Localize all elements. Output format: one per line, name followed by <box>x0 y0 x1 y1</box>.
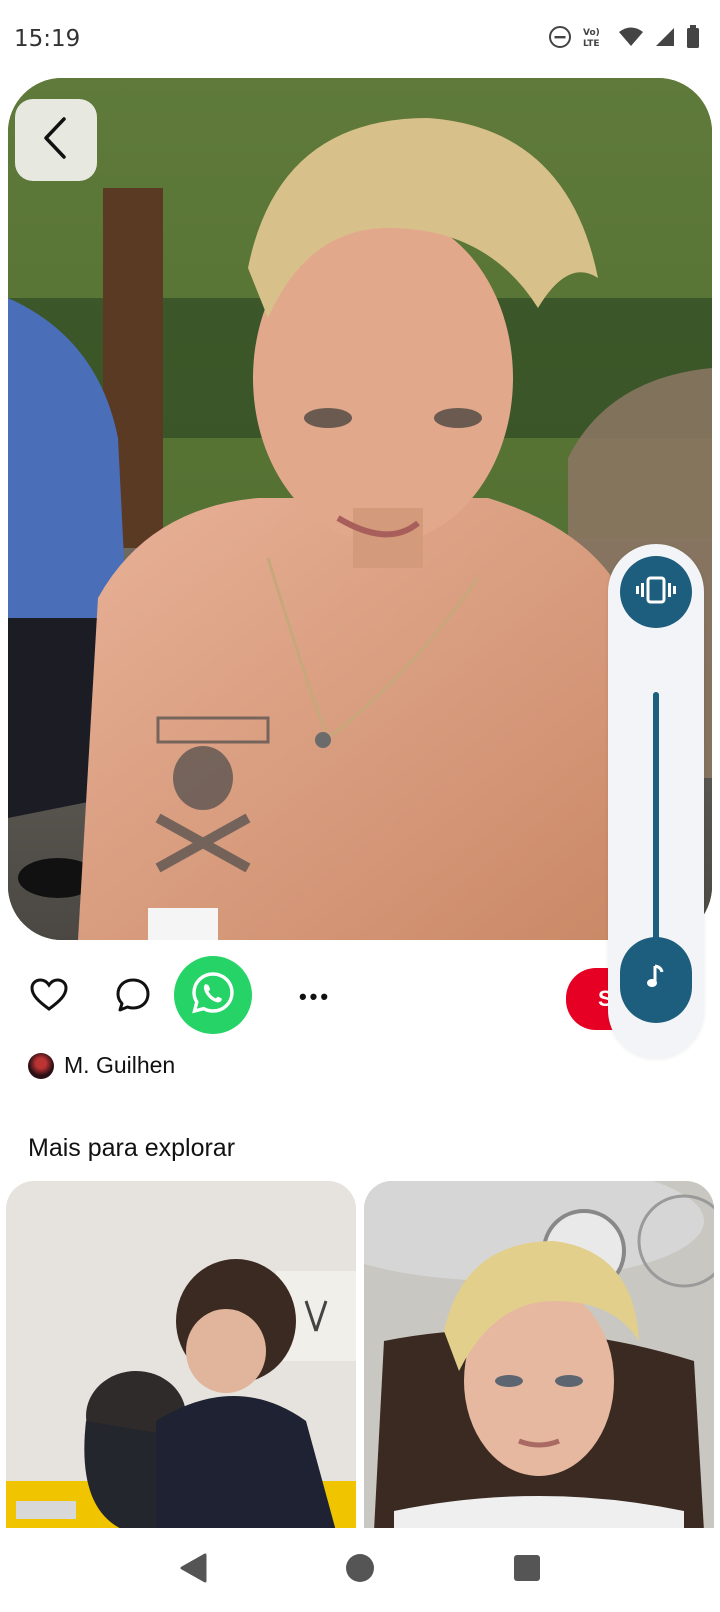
whatsapp-icon <box>190 970 236 1021</box>
comment-icon <box>115 977 151 1018</box>
music-note-icon <box>645 963 667 996</box>
wifi-icon <box>618 26 644 53</box>
explore-pin-1[interactable] <box>6 1181 356 1531</box>
triangle-back-icon <box>178 1552 208 1589</box>
volume-panel: ••• <box>608 544 704 1058</box>
chevron-left-icon <box>40 115 72 166</box>
square-recents-icon <box>513 1554 541 1587</box>
status-time: 15:19 <box>14 26 81 52</box>
more-options-button[interactable]: ••• <box>290 976 340 1018</box>
nav-recents-button[interactable] <box>507 1550 547 1590</box>
nav-back-button[interactable] <box>173 1550 213 1590</box>
pin-photo <box>8 78 712 940</box>
author-name: M. Guilhen <box>64 1052 176 1078</box>
volte-icon: Vo) LTE <box>582 25 608 54</box>
system-nav-bar <box>0 1528 720 1612</box>
status-bar: 15:19 Vo) LTE <box>0 0 720 78</box>
status-icons: Vo) LTE <box>548 24 700 54</box>
back-button[interactable] <box>15 99 97 181</box>
vibrate-button[interactable] <box>620 556 692 628</box>
do-not-disturb-icon <box>548 25 572 54</box>
more-options-label: ••• <box>298 984 332 1009</box>
whatsapp-share-button[interactable] <box>174 956 252 1034</box>
pin-image[interactable] <box>8 78 712 940</box>
avatar <box>28 1052 54 1079</box>
section-title: Mais para explorar <box>28 1134 236 1162</box>
explore-pin-2-image <box>364 1181 714 1531</box>
volume-more-button[interactable]: ••• <box>608 1002 704 1030</box>
heart-icon <box>30 977 68 1017</box>
nav-home-button[interactable] <box>340 1550 380 1590</box>
author[interactable]: M. Guilhen <box>28 1052 175 1079</box>
svg-text:Vo): Vo) <box>583 28 600 38</box>
signal-icon <box>654 26 676 53</box>
volume-fill <box>653 692 659 942</box>
svg-text:LTE: LTE <box>583 39 600 49</box>
like-button[interactable] <box>28 976 70 1018</box>
explore-pin-2[interactable] <box>364 1181 714 1531</box>
vibrate-icon <box>636 575 676 610</box>
battery-icon <box>686 24 700 54</box>
explore-pin-1-image <box>6 1181 356 1531</box>
comment-button[interactable] <box>112 976 154 1018</box>
circle-home-icon <box>345 1553 375 1588</box>
